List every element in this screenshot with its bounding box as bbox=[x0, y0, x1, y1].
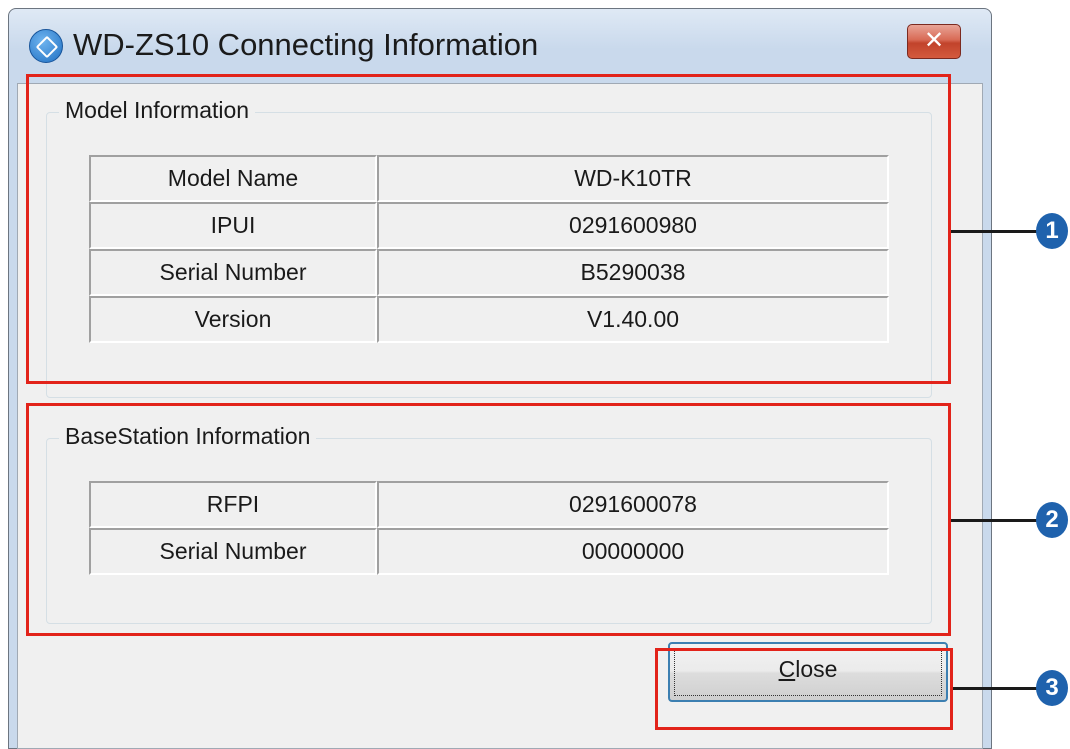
leader-line-1 bbox=[951, 230, 1039, 233]
highlight-box-3 bbox=[655, 648, 953, 730]
window-title: WD-ZS10 Connecting Information bbox=[73, 27, 539, 62]
highlight-box-1 bbox=[26, 74, 951, 384]
callout-badge-2: 2 bbox=[1036, 502, 1068, 538]
callout-badge-3: 3 bbox=[1036, 670, 1068, 706]
highlight-box-2 bbox=[26, 403, 951, 636]
close-icon[interactable]: ✕ bbox=[907, 24, 961, 59]
title-bar[interactable]: WD-ZS10 Connecting Information ✕ bbox=[9, 9, 991, 83]
callout-badge-1: 1 bbox=[1036, 213, 1068, 249]
leader-line-3 bbox=[953, 687, 1039, 690]
app-icon bbox=[29, 29, 63, 63]
leader-line-2 bbox=[951, 519, 1039, 522]
